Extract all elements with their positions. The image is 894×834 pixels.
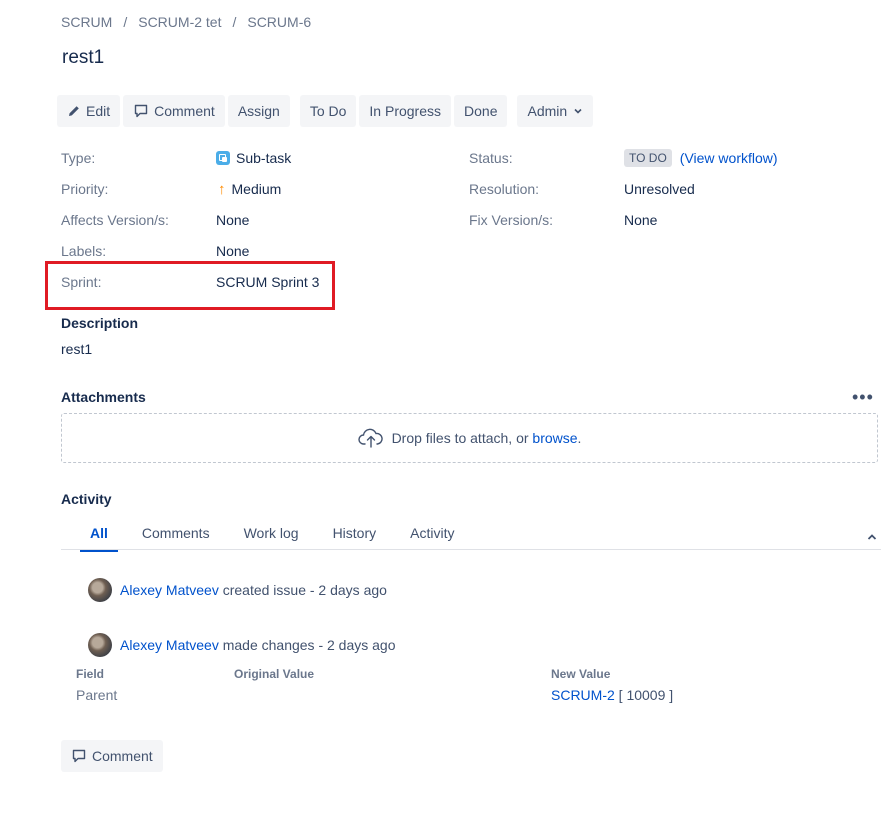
field-column-header: Field <box>76 667 105 681</box>
status-label: Status: <box>469 150 513 166</box>
breadcrumb-project[interactable]: SCRUM <box>61 14 112 30</box>
avatar[interactable] <box>88 633 112 657</box>
activity-heading: Activity <box>61 491 112 507</box>
new-value: SCRUM-2 [ 10009 ] <box>551 687 673 703</box>
done-button-label: Done <box>464 103 498 119</box>
priority-value: ↑ Medium <box>218 179 281 199</box>
user-link[interactable]: Alexey Matveev <box>120 582 219 598</box>
priority-label: Priority: <box>61 181 109 197</box>
chevron-up-icon[interactable] <box>866 531 878 543</box>
affects-version-value: None <box>216 212 250 228</box>
breadcrumb-separator: / <box>232 14 237 30</box>
view-workflow-link[interactable]: (View workflow) <box>680 150 778 166</box>
parent-issue-link[interactable]: SCRUM-2 <box>551 687 615 703</box>
dropzone-text: Drop files to attach, or <box>391 430 529 446</box>
changed-field: Parent <box>76 687 118 703</box>
tab-activity[interactable]: Activity <box>410 520 454 550</box>
admin-dropdown-label: Admin <box>527 103 568 119</box>
cloud-upload-icon <box>357 428 383 448</box>
edit-button[interactable]: Edit <box>57 95 121 127</box>
tab-work-log[interactable]: Work log <box>244 520 299 550</box>
tab-comments[interactable]: Comments <box>142 520 210 550</box>
status-badge: TO DO <box>624 149 672 167</box>
breadcrumb-issue-key[interactable]: SCRUM-6 <box>247 14 311 30</box>
description-text[interactable]: rest1 <box>61 341 92 357</box>
avatar[interactable] <box>88 578 112 602</box>
activity-entry: Alexey Matveev created issue - 2 days ag… <box>88 578 387 602</box>
fix-version-label: Fix Version/s: <box>469 212 554 228</box>
tabs-divider <box>61 549 881 550</box>
dropzone-period: . <box>577 430 582 446</box>
page-title: rest1 <box>62 47 105 68</box>
todo-button-label: To Do <box>309 103 347 119</box>
add-comment-button[interactable]: Comment <box>61 740 163 772</box>
more-options-icon[interactable]: ••• <box>852 387 874 408</box>
chevron-down-icon <box>574 108 582 114</box>
add-comment-label: Comment <box>92 748 153 764</box>
description-heading: Description <box>61 315 139 331</box>
pencil-icon <box>69 106 79 116</box>
new-value-column-header: New Value <box>551 667 611 681</box>
comment-icon <box>134 104 148 118</box>
type-value: Sub-task <box>216 148 291 168</box>
status-value: TO DO (View workflow) <box>624 148 778 168</box>
fix-version-value: None <box>624 212 658 228</box>
edit-button-label: Edit <box>86 103 111 119</box>
comment-button-label: Comment <box>154 103 215 119</box>
subtask-icon <box>216 151 230 165</box>
priority-medium-icon: ↑ <box>218 180 226 198</box>
activity-entry: Alexey Matveev made changes - 2 days ago <box>88 633 396 657</box>
todo-button[interactable]: To Do <box>299 95 357 127</box>
user-link[interactable]: Alexey Matveev <box>120 637 219 653</box>
done-button[interactable]: Done <box>454 95 508 127</box>
sprint-highlight-box <box>45 261 335 310</box>
in-progress-button-label: In Progress <box>369 103 442 119</box>
assign-button[interactable]: Assign <box>227 95 290 127</box>
entry-action: made changes - 2 days ago <box>222 637 396 653</box>
in-progress-button[interactable]: In Progress <box>359 95 452 127</box>
original-value-column-header: Original Value <box>234 667 315 681</box>
tab-all[interactable]: All <box>80 520 118 552</box>
resolution-label: Resolution: <box>469 181 540 197</box>
comment-icon <box>72 749 86 763</box>
type-label: Type: <box>61 150 96 166</box>
activity-tabs: All Comments Work log History Activity <box>80 520 488 552</box>
browse-link[interactable]: browse <box>532 430 577 446</box>
type-value-text: Sub-task <box>236 150 292 166</box>
issue-toolbar: Edit Comment Assign To Do In Progress Do… <box>57 95 596 127</box>
labels-value: None <box>216 243 250 259</box>
entry-action: created issue - 2 days ago <box>222 582 387 598</box>
priority-value-text: Medium <box>231 181 282 197</box>
admin-dropdown[interactable]: Admin <box>517 95 594 127</box>
attachments-heading: Attachments <box>61 389 146 405</box>
labels-label: Labels: <box>61 243 107 259</box>
assign-button-label: Assign <box>237 103 280 119</box>
breadcrumb-parent-issue[interactable]: SCRUM-2 tet <box>138 14 221 30</box>
new-value-id: [ 10009 ] <box>614 687 674 703</box>
attachment-dropzone[interactable]: Drop files to attach, or browse. <box>61 413 878 463</box>
comment-toolbar-button[interactable]: Comment <box>123 95 225 127</box>
tab-history[interactable]: History <box>333 520 377 550</box>
breadcrumb-separator: / <box>123 14 128 30</box>
breadcrumb: SCRUM / SCRUM-2 tet / SCRUM-6 <box>61 14 311 30</box>
resolution-value: Unresolved <box>624 181 695 197</box>
affects-version-label: Affects Version/s: <box>61 212 169 228</box>
